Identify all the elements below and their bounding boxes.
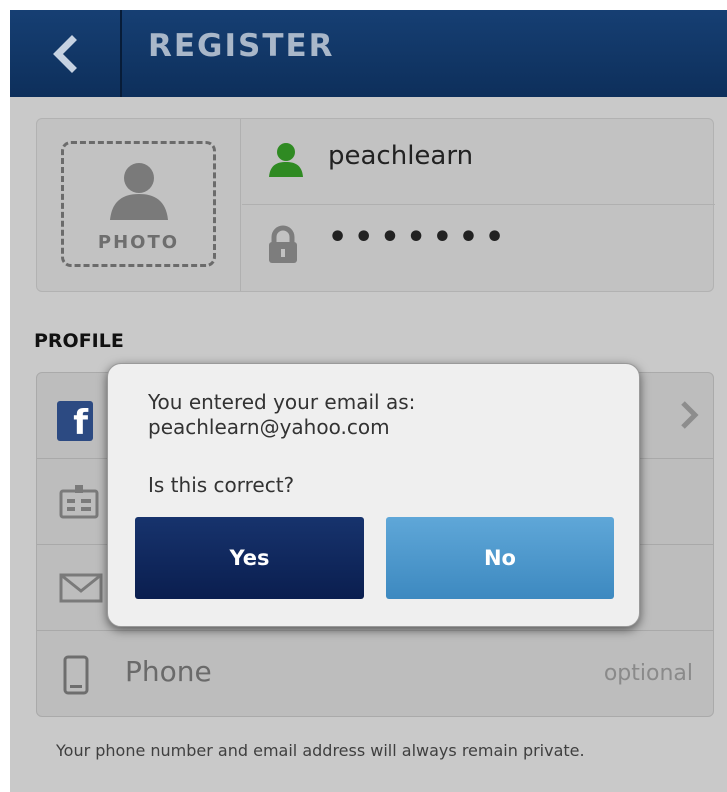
password-value: ••••••• — [328, 220, 512, 255]
photo-picker[interactable]: PHOTO — [37, 119, 241, 291]
top-bar: REGISTER — [10, 10, 727, 97]
confirm-email-dialog: You entered your email as: peachlearn@ya… — [107, 363, 640, 627]
envelope-icon — [59, 573, 103, 603]
dialog-message-line1: You entered your email as: — [148, 390, 416, 414]
lock-icon — [269, 225, 297, 263]
page-title: REGISTER — [148, 28, 335, 64]
chevron-left-icon — [53, 34, 77, 73]
account-card: PHOTO peachlearn ••••••• — [36, 118, 715, 292]
no-button[interactable]: No — [386, 517, 614, 599]
dialog-message: You entered your email as: peachlearn@ya… — [148, 390, 415, 440]
person-silhouette-icon — [110, 163, 168, 220]
username-value: peachlearn — [328, 141, 474, 171]
profile-section-label: PROFILE — [34, 330, 124, 352]
register-screen: REGISTER PHOTO peachlearn ••••••• PROFIL… — [10, 10, 727, 792]
password-field[interactable]: ••••••• — [242, 205, 715, 291]
yes-button[interactable]: Yes — [135, 517, 364, 599]
phone-label: Phone — [125, 655, 212, 688]
dialog-email: peachlearn@yahoo.com — [148, 415, 390, 439]
privacy-note: Your phone number and email address will… — [56, 741, 585, 760]
user-icon — [269, 143, 303, 177]
back-button[interactable] — [10, 10, 122, 97]
phone-icon — [63, 655, 89, 695]
dialog-question: Is this correct? — [148, 473, 295, 497]
chevron-right-icon — [681, 401, 699, 429]
username-field[interactable]: peachlearn — [242, 119, 715, 205]
phone-row[interactable]: Phone optional — [37, 631, 713, 716]
id-card-icon — [59, 485, 99, 519]
facebook-icon: f — [57, 401, 93, 441]
photo-placeholder: PHOTO — [61, 141, 216, 267]
phone-optional-hint: optional — [603, 661, 693, 686]
photo-label: PHOTO — [97, 232, 180, 253]
